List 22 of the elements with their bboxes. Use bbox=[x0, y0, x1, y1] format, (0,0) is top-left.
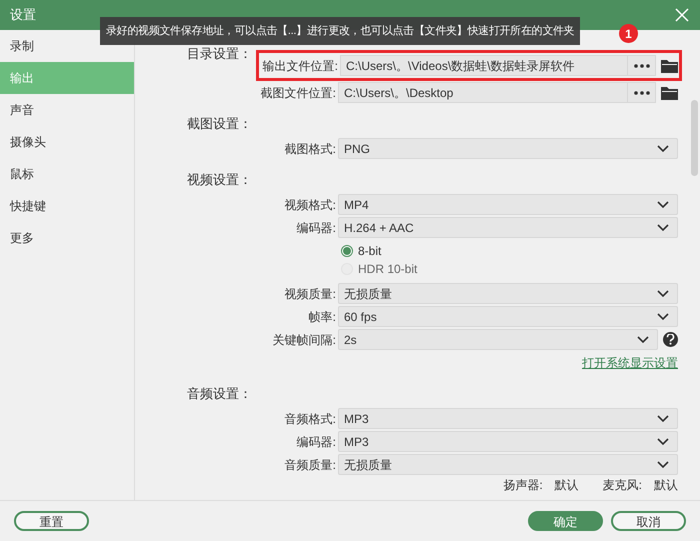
section-heading: 目录设置： bbox=[187, 47, 252, 60]
field-label: 截图格式: bbox=[284, 142, 336, 156]
tooltip: 录好的视频文件保存地址，可以点击【...】进行更改，也可以点击【文件夹】快速打开所在的文件夹 bbox=[100, 17, 580, 45]
field-label: 关键帧间隔: bbox=[272, 332, 336, 346]
field-label: 视频格式: bbox=[284, 198, 336, 212]
section-heading: 视频设置： bbox=[187, 170, 252, 188]
device-value: 默认 bbox=[554, 476, 579, 494]
field-label: 音频质量: bbox=[284, 458, 336, 472]
device-value: 默认 bbox=[654, 476, 678, 494]
field-label: 视频质量: bbox=[284, 286, 336, 300]
window-title: 设置 bbox=[10, 6, 36, 24]
field-label: 编码器: bbox=[296, 434, 336, 448]
field-label: 音频格式: bbox=[284, 412, 336, 426]
field-label: 截图文件位置: bbox=[260, 86, 336, 100]
device-label: 麦克风: bbox=[602, 476, 642, 494]
field-label: 帧率: bbox=[308, 310, 336, 324]
device-label: 扬声器: bbox=[503, 476, 543, 494]
field-label: 输出文件位置: bbox=[262, 58, 338, 72]
field-label: 编码器: bbox=[296, 220, 336, 234]
section-heading: 截图设置： bbox=[187, 114, 252, 132]
step-badge: 1 bbox=[619, 24, 638, 43]
section-heading: 音频设置： bbox=[187, 384, 252, 402]
